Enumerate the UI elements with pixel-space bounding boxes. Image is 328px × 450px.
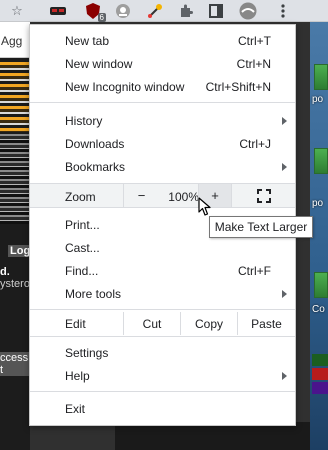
menu-item-new-window[interactable]: New window Ctrl+N <box>30 52 295 75</box>
webpage-left-column: Agg Log d. ystero ccess t <box>0 22 30 450</box>
fullscreen-button[interactable] <box>231 184 295 207</box>
zoom-level-value: 100% <box>168 190 199 204</box>
history-label: History <box>65 114 103 128</box>
profile-avatar-icon[interactable] <box>239 2 257 20</box>
submenu-arrow-icon <box>282 290 287 298</box>
copy-button[interactable]: Copy <box>180 312 237 335</box>
submenu-arrow-icon <box>282 372 287 380</box>
desktop-icon-label-1: po <box>312 94 324 105</box>
exit-label: Exit <box>65 402 86 416</box>
desktop-icon-green[interactable] <box>312 354 328 366</box>
print-label: Print... <box>65 218 100 232</box>
submenu-arrow-icon <box>282 117 287 125</box>
mouse-pointer-icon <box>198 197 211 216</box>
zoom-row: Zoom − 100% + <box>30 183 295 208</box>
new-tab-label: New tab <box>65 34 110 48</box>
menu-separator <box>30 309 295 310</box>
bookmark-bar: Agg <box>0 22 30 58</box>
mask-extension-icon[interactable] <box>49 2 67 20</box>
webpage-text-ystero: ystero <box>0 278 30 290</box>
new-tab-shortcut: Ctrl+T <box>238 34 271 48</box>
help-label: Help <box>65 369 90 383</box>
extensions-puzzle-icon[interactable] <box>177 2 195 20</box>
webpage-text-ccess: ccess t <box>0 352 30 376</box>
more-menu-icon[interactable] <box>274 2 292 20</box>
menu-item-more-tools[interactable]: More tools <box>30 282 295 305</box>
webpage-text-d: d. <box>0 266 10 278</box>
downloads-label: Downloads <box>65 137 125 151</box>
star-icon[interactable]: ☆ <box>8 2 26 20</box>
desktop-icon-purple[interactable] <box>312 382 328 394</box>
paste-button[interactable]: Paste <box>237 312 295 335</box>
desktop-icon-label-3: Co <box>312 304 325 315</box>
fullscreen-icon <box>256 188 271 203</box>
submenu-arrow-icon <box>282 163 287 171</box>
zoom-label: Zoom <box>65 190 96 204</box>
menu-item-exit[interactable]: Exit <box>30 397 295 420</box>
find-label: Find... <box>65 264 99 278</box>
desktop-file-icon[interactable] <box>314 148 328 174</box>
menu-item-new-tab[interactable]: New tab Ctrl+T <box>30 29 295 52</box>
downloads-shortcut: Ctrl+J <box>239 137 271 151</box>
menu-item-bookmarks[interactable]: Bookmarks <box>30 155 295 178</box>
new-window-label: New window <box>65 57 133 71</box>
desktop-file-icon[interactable] <box>314 272 328 298</box>
eyedropper-extension-icon[interactable] <box>146 2 164 20</box>
more-tools-label: More tools <box>65 287 122 301</box>
menu-separator <box>30 102 295 103</box>
new-window-shortcut: Ctrl+N <box>236 57 271 71</box>
menu-separator <box>30 336 295 337</box>
desktop-icon-red[interactable] <box>312 368 328 380</box>
menu-item-history[interactable]: History <box>30 109 295 132</box>
zoom-in-tooltip: Make Text Larger <box>209 216 313 238</box>
desktop-icon-label-2: po <box>312 198 324 209</box>
menu-item-cast[interactable]: Cast... <box>30 236 295 259</box>
menu-item-new-incognito[interactable]: New Incognito window Ctrl+Shift+N <box>30 75 295 98</box>
new-incognito-label: New Incognito window <box>65 80 185 94</box>
desktop-file-icon[interactable] <box>314 64 328 90</box>
menu-item-settings[interactable]: Settings <box>30 341 295 364</box>
ublock-extension-icon[interactable]: 6 <box>84 2 106 22</box>
log-label[interactable]: Log <box>8 245 30 257</box>
menu-item-help[interactable]: Help <box>30 364 295 387</box>
shield-extension-icon[interactable] <box>114 2 132 20</box>
settings-label: Settings <box>65 346 109 360</box>
bookmarks-label: Bookmarks <box>65 160 126 174</box>
webpage-banner-image <box>0 62 30 132</box>
zoom-out-button[interactable]: − <box>123 184 159 207</box>
bookmark-fragment[interactable]: Agg <box>1 34 22 48</box>
edit-label: Edit <box>65 317 86 331</box>
find-shortcut: Ctrl+F <box>238 264 271 278</box>
new-incognito-shortcut: Ctrl+Shift+N <box>205 80 271 94</box>
menu-item-downloads[interactable]: Downloads Ctrl+J <box>30 132 295 155</box>
menu-item-find[interactable]: Find... Ctrl+F <box>30 259 295 282</box>
webpage-bottom-panel <box>115 422 310 450</box>
menu-separator <box>30 391 295 392</box>
side-panel-icon[interactable] <box>207 2 225 20</box>
cut-button[interactable]: Cut <box>123 312 180 335</box>
ublock-badge: 6 <box>97 13 106 22</box>
cast-label: Cast... <box>65 241 100 255</box>
browser-toolbar: ☆ 6 <box>0 0 328 22</box>
edit-row: Edit Cut Copy Paste <box>30 312 295 335</box>
webpage-banner-image-2 <box>0 134 30 224</box>
